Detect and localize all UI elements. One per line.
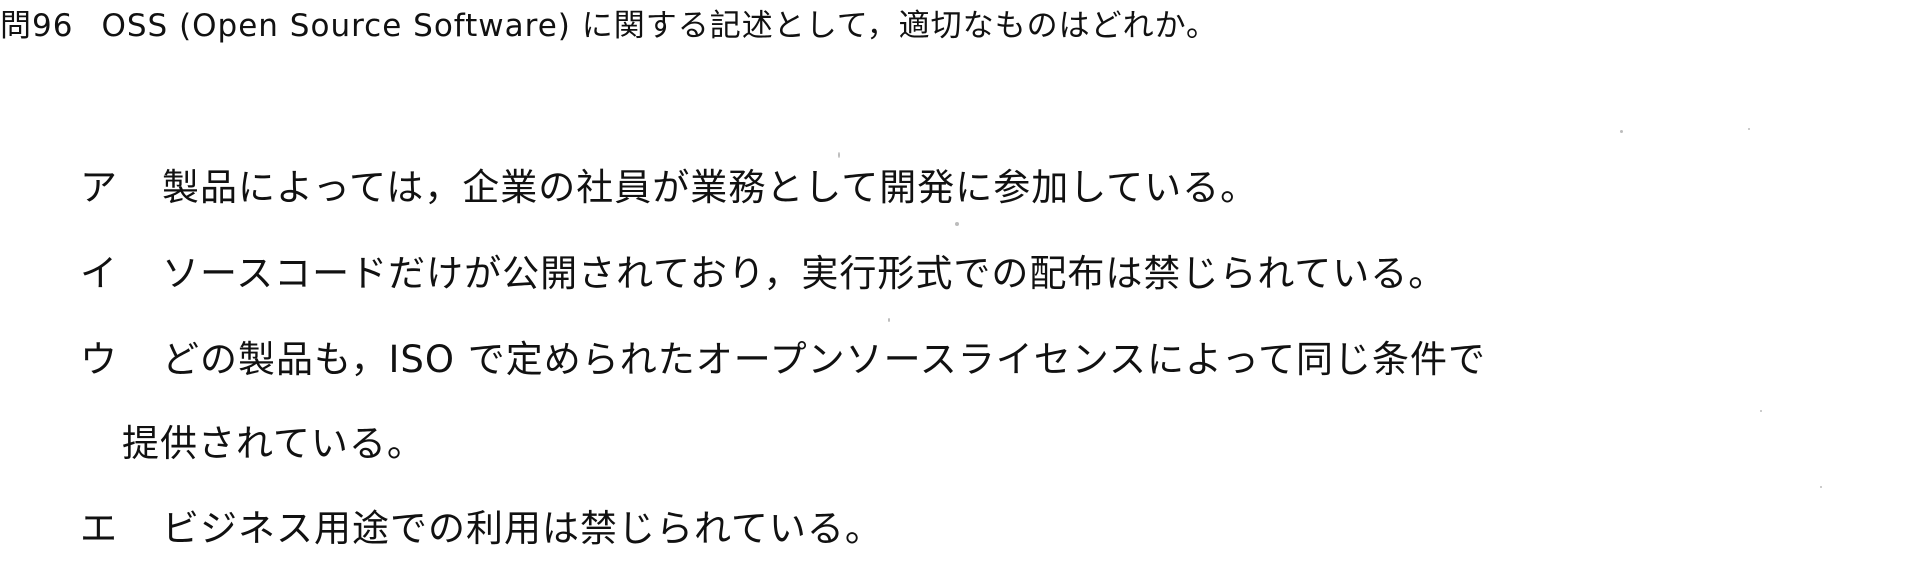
exam-question-page: 問96 OSS (Open Source Software) に関する記述として，… (0, 0, 1931, 568)
choice-u-mark: ウ (80, 338, 118, 381)
choice-e-mark: エ (80, 507, 118, 550)
scan-speck (888, 318, 890, 322)
scan-speck (1820, 486, 1822, 488)
scan-speck (838, 152, 840, 158)
choice-e-text: ビジネス用途での利用は禁じられている。 (162, 507, 883, 550)
choice-i-mark: イ (80, 252, 118, 295)
choice-a: ア 製品によっては，企業の社員が業務として開発に参加している。 (80, 161, 1258, 215)
scan-speck (1620, 130, 1623, 133)
choice-u: ウ どの製品も，ISO で定められたオープンソースライセンスによって同じ条件で (80, 333, 1486, 387)
choice-i: イ ソースコードだけが公開されており，実行形式での配布は禁じられている。 (80, 247, 1446, 301)
choice-e: エ ビジネス用途での利用は禁じられている。 (80, 502, 883, 556)
question-text: OSS (Open Source Software) に関する記述として，適切な… (101, 8, 1219, 44)
choice-a-text: 製品によっては，企業の社員が業務として開発に参加している。 (162, 166, 1259, 209)
scan-speck (1748, 128, 1750, 130)
question-line: 問96 OSS (Open Source Software) に関する記述として，… (0, 4, 1218, 48)
scan-speck (1760, 410, 1762, 412)
question-number: 問96 (0, 8, 74, 44)
choice-i-text: ソースコードだけが公開されており，実行形式での配布は禁じられている。 (162, 252, 1447, 295)
scan-speck (955, 222, 959, 226)
choice-u-text: どの製品も，ISO で定められたオープンソースライセンスによって同じ条件で (162, 338, 1487, 381)
choice-u-continuation: 提供されている。 (122, 422, 425, 465)
choice-a-mark: ア (80, 166, 118, 209)
